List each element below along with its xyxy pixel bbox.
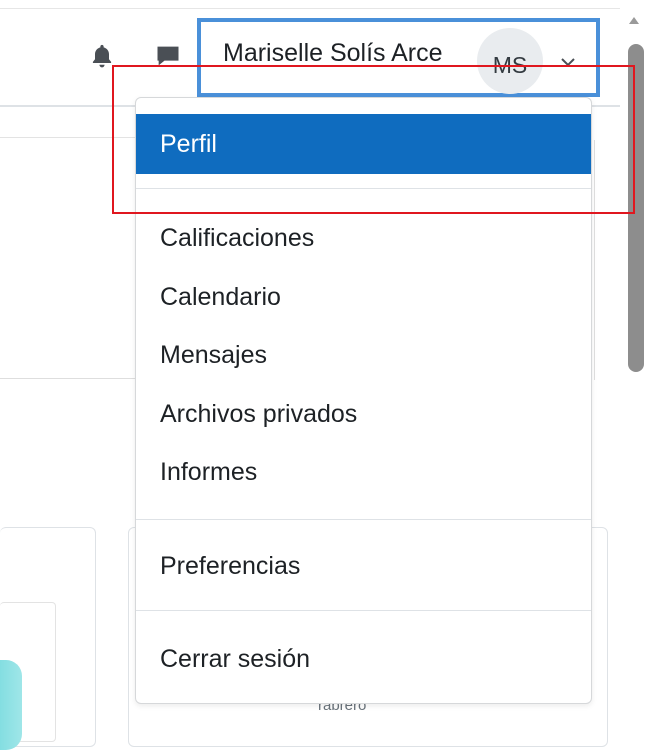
menu-item-preferencias[interactable]: Preferencias	[136, 538, 591, 594]
user-name: Mariselle Solís Arce	[223, 39, 443, 67]
menu-item-mensajes[interactable]: Mensajes	[136, 327, 591, 383]
page-top-border	[0, 8, 620, 9]
chat-bubble-icon[interactable]	[154, 42, 182, 70]
menu-item-archivos-privados[interactable]: Archivos privados	[136, 386, 591, 442]
user-menu-toggle[interactable]: Mariselle Solís Arce MS	[197, 18, 600, 97]
menu-item-calendario[interactable]: Calendario	[136, 269, 591, 325]
user-dropdown-menu: Perfil Calificaciones Calendario Mensaje…	[135, 97, 592, 704]
page-divider	[0, 137, 140, 138]
menu-divider	[136, 610, 591, 611]
avatar: MS	[477, 28, 543, 94]
bell-icon[interactable]	[88, 42, 116, 70]
chevron-down-icon	[561, 58, 575, 67]
menu-item-perfil[interactable]: Perfil	[136, 114, 591, 174]
scroll-up-arrow[interactable]	[627, 14, 641, 26]
course-image-shape	[0, 660, 22, 750]
scrollbar-thumb[interactable]	[628, 44, 644, 372]
menu-item-calificaciones[interactable]: Calificaciones	[136, 210, 591, 266]
page-divider	[594, 140, 595, 380]
menu-item-informes[interactable]: Informes	[136, 444, 591, 500]
menu-divider	[136, 519, 591, 520]
page-divider	[0, 378, 140, 379]
menu-divider	[136, 188, 591, 189]
menu-item-cerrar-sesion[interactable]: Cerrar sesión	[136, 631, 591, 687]
